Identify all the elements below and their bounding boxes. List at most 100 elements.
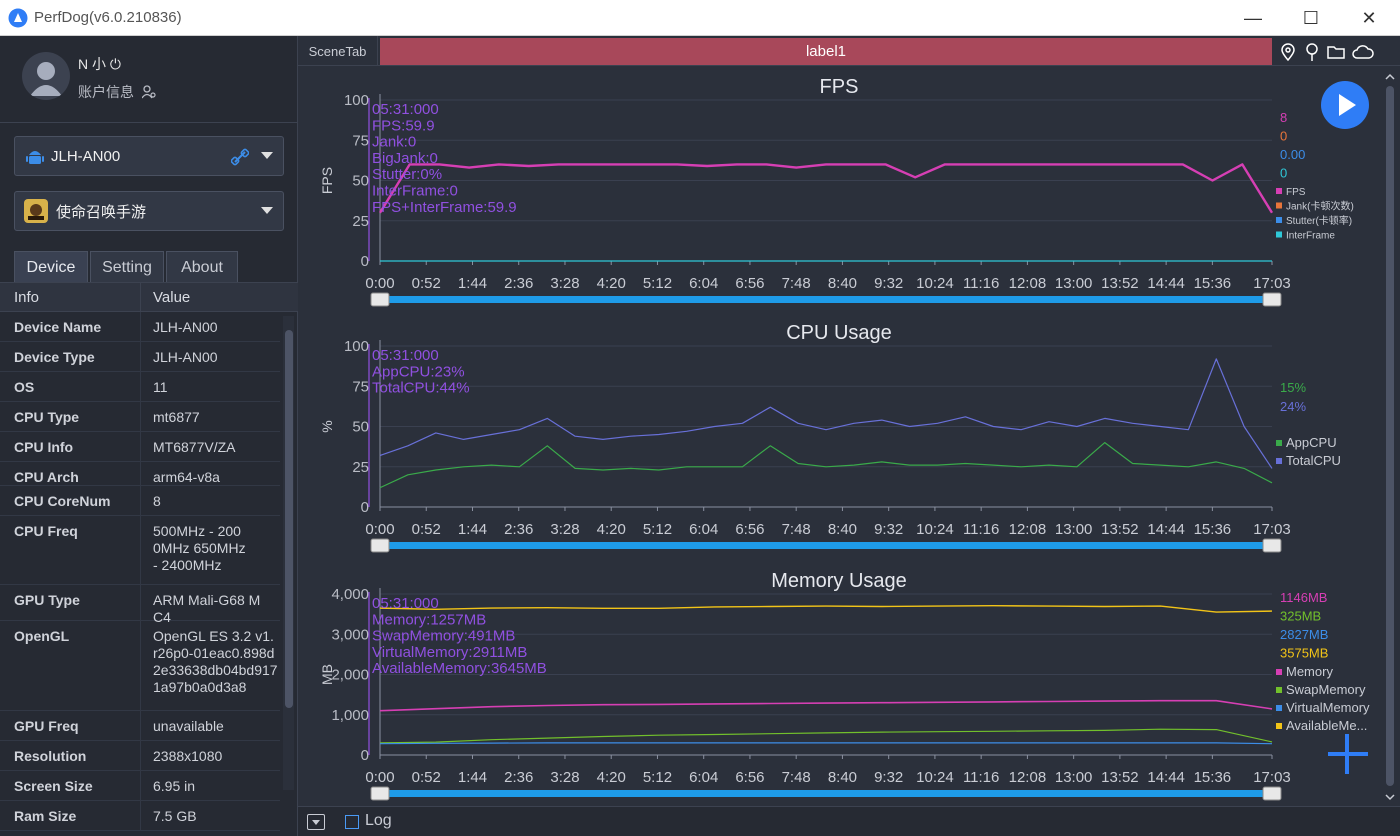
log-checkbox[interactable] bbox=[345, 815, 359, 829]
cpu-chart-svg[interactable]: 0 25 50 75 100% 0:00 0:52 1:44 2:36 3:28 4:20 5:12 6… bbox=[298, 314, 1380, 560]
avatar[interactable] bbox=[22, 52, 70, 100]
x-tick-label: 14:44 bbox=[1147, 275, 1185, 292]
app-selector[interactable]: 使命召唤手游 bbox=[14, 191, 284, 231]
legend-label: AppCPU bbox=[1286, 435, 1337, 450]
label-bar[interactable]: label1 bbox=[380, 38, 1272, 65]
info-key: Device Name bbox=[14, 319, 102, 335]
scroll-down-icon[interactable] bbox=[1382, 790, 1398, 804]
timeline-start-handle bbox=[370, 292, 390, 307]
x-tick-label: 3:28 bbox=[550, 521, 579, 538]
x-tick-label: 15:36 bbox=[1194, 275, 1232, 292]
account-info-label: 账户信息 bbox=[78, 84, 134, 100]
user-name[interactable]: N 小 ⏻ bbox=[78, 54, 121, 74]
y-axis-label: % bbox=[319, 420, 335, 432]
android-icon bbox=[26, 151, 44, 164]
add-chart-button[interactable] bbox=[1326, 732, 1370, 776]
log-toggle-button[interactable] bbox=[307, 814, 325, 830]
info-value: JLH-AN00 bbox=[153, 349, 218, 365]
user-avatar-icon bbox=[30, 62, 62, 96]
info-scrollbar-thumb[interactable] bbox=[285, 330, 293, 708]
x-tick-label: 13:00 bbox=[1055, 275, 1093, 292]
device-selector[interactable]: JLH-AN00 bbox=[14, 136, 284, 176]
timeline-start-handle bbox=[370, 538, 390, 553]
y-tick-label: 50 bbox=[352, 173, 369, 190]
timeline-end-handle bbox=[1262, 786, 1282, 801]
play-icon bbox=[1339, 94, 1356, 116]
memory-chart: Memory Usage 0 1,000 2,000 3,000 4,000 MB 0:00… bbox=[298, 562, 1380, 806]
x-tick-label: 2:36 bbox=[504, 275, 533, 292]
current-value: 0.00 bbox=[1280, 147, 1305, 162]
location-pin-icon[interactable] bbox=[1278, 42, 1298, 62]
charts-scrollbar[interactable] bbox=[1382, 68, 1398, 804]
charts-scrollbar-thumb[interactable] bbox=[1386, 86, 1394, 786]
x-tick-label: 13:00 bbox=[1055, 521, 1093, 538]
account-info-link[interactable]: 账户信息 bbox=[78, 82, 156, 102]
info-key: OpenGL bbox=[14, 628, 70, 644]
current-value: 0 bbox=[1280, 129, 1287, 144]
folder-icon[interactable] bbox=[1326, 42, 1346, 62]
legend-swatch bbox=[1276, 705, 1282, 711]
x-tick-label: 5:12 bbox=[643, 275, 672, 292]
x-tick-label: 0:00 bbox=[365, 275, 394, 292]
timeline-start-handle bbox=[370, 786, 390, 801]
info-value: unavailable bbox=[153, 718, 224, 734]
y-axis-label: MB bbox=[319, 664, 335, 685]
info-value: JLH-AN00 bbox=[153, 319, 218, 335]
play-button[interactable] bbox=[1321, 81, 1369, 129]
x-tick-label: 6:04 bbox=[689, 521, 718, 538]
tab-setting[interactable]: Setting bbox=[90, 251, 164, 283]
x-tick-label: 1:44 bbox=[458, 275, 487, 292]
cursor-label: TotalCPU:44% bbox=[372, 380, 470, 397]
timeline-bar bbox=[386, 790, 1270, 797]
x-tick-label: 1:44 bbox=[458, 521, 487, 538]
series-line bbox=[379, 358, 1273, 469]
legend-swatch bbox=[1276, 188, 1282, 194]
table-row: Ram Size 7.5 GB bbox=[0, 801, 280, 831]
info-value: 11 bbox=[153, 379, 168, 395]
maximize-button[interactable]: ☐ bbox=[1282, 0, 1340, 36]
x-tick-label: 8:40 bbox=[828, 521, 857, 538]
info-scrollbar[interactable] bbox=[283, 316, 294, 790]
legend-label: Jank(卡顿次数) bbox=[1286, 200, 1354, 213]
tab-device[interactable]: Device bbox=[14, 251, 88, 283]
cpu-chart: CPU Usage 0 25 50 75 100% 0:00 0:52 1:44 2:36 3:2… bbox=[298, 314, 1380, 560]
x-tick-label: 3:28 bbox=[550, 769, 579, 786]
memory-chart-svg[interactable]: 0 1,000 2,000 3,000 4,000 MB 0:00 0:52 1:44 2:36 3… bbox=[298, 562, 1380, 806]
map-marker-icon[interactable] bbox=[1302, 42, 1322, 62]
table-row: CPU Type mt6877 bbox=[0, 402, 280, 432]
info-value: 8 bbox=[153, 493, 161, 509]
table-row: OS 11 bbox=[0, 372, 280, 402]
x-tick-label: 9:32 bbox=[874, 275, 903, 292]
y-tick-label: 25 bbox=[352, 213, 369, 230]
timeline-bar bbox=[386, 296, 1270, 303]
x-tick-label: 0:00 bbox=[365, 521, 394, 538]
x-tick-label: 11:16 bbox=[963, 769, 999, 786]
legend-label: TotalCPU bbox=[1286, 453, 1341, 468]
fps-chart-svg[interactable]: 0 25 50 75 100 FPS 0:00 0:52 1:44 2:36 3:28 4:20 5:1… bbox=[298, 68, 1380, 312]
y-tick-label: 75 bbox=[352, 378, 369, 395]
perfdog-logo-icon bbox=[8, 8, 28, 28]
info-value: OpenGL ES 3.2 v1.r26p0-01eac0.898d2e3363… bbox=[153, 628, 278, 695]
table-row: Device Type JLH-AN00 bbox=[0, 342, 280, 372]
chevron-down-icon bbox=[261, 152, 273, 159]
x-tick-label: 2:36 bbox=[504, 521, 533, 538]
x-tick-label: 6:56 bbox=[735, 521, 764, 538]
minimize-button[interactable]: — bbox=[1224, 0, 1282, 36]
scroll-up-icon[interactable] bbox=[1382, 70, 1398, 84]
legend-label: Stutter(卡顿率) bbox=[1286, 214, 1352, 227]
timeline-end-handle bbox=[1262, 538, 1282, 553]
current-value: 2827MB bbox=[1280, 627, 1328, 642]
x-tick-label: 7:48 bbox=[782, 521, 811, 538]
game-app-icon bbox=[24, 199, 48, 223]
scene-tab-button[interactable]: SceneTab bbox=[298, 36, 378, 66]
x-tick-label: 17:03 bbox=[1253, 275, 1291, 292]
x-tick-label: 6:56 bbox=[735, 769, 764, 786]
close-button[interactable]: ✕ bbox=[1340, 0, 1398, 36]
x-tick-label: 11:16 bbox=[963, 521, 999, 538]
series-line bbox=[379, 442, 1273, 489]
tab-about[interactable]: About bbox=[166, 251, 238, 283]
current-value: 15% bbox=[1280, 380, 1306, 395]
cloud-icon[interactable] bbox=[1351, 42, 1375, 62]
usb-link-icon[interactable] bbox=[231, 148, 249, 166]
scene-topbar: SceneTab label1 bbox=[298, 36, 1400, 66]
